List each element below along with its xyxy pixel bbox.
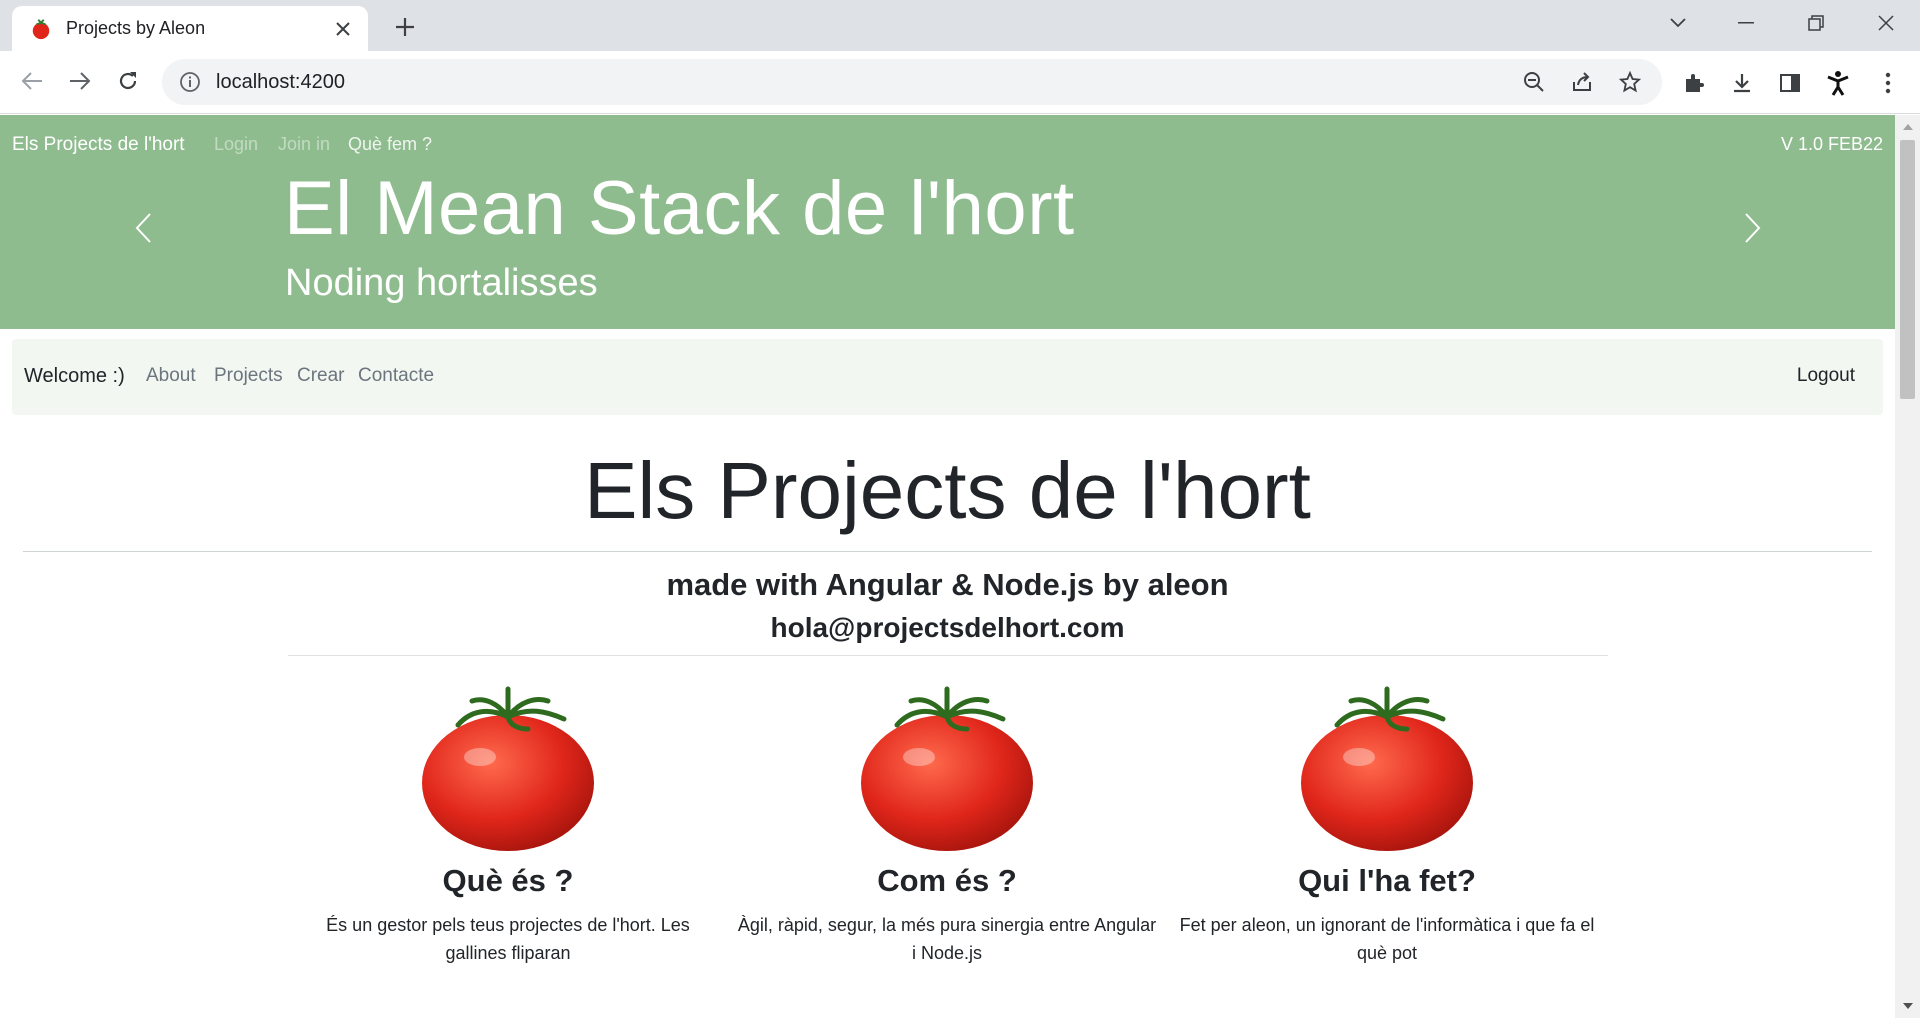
navbar-brand[interactable]: Welcome :): [24, 365, 125, 388]
divider: [23, 551, 1872, 552]
page-scrollbar[interactable]: [1895, 115, 1920, 1018]
browser-toolbar: localhost:4200: [0, 51, 1920, 114]
tab-close-icon[interactable]: [328, 14, 358, 44]
star-icon[interactable]: [1606, 59, 1654, 105]
hero-subtitle: Noding hortalisses: [285, 262, 598, 304]
tab-search-chevron-down-icon[interactable]: [1654, 4, 1702, 42]
feature-title: Què és ?: [442, 863, 574, 898]
made-with-heading: made with Angular & Node.js by aleon: [666, 567, 1229, 602]
feature-card-how: Com és ? Àgil, ràpid, segur, la més pura…: [727, 675, 1167, 967]
minimize-icon[interactable]: [1722, 4, 1770, 42]
feature-card-who: Qui l'ha fet? Fet per aleon, un ignorant…: [1167, 675, 1607, 967]
feature-card-what: Què és ? És un gestor pels teus projecte…: [288, 675, 728, 967]
feature-text: És un gestor pels teus projectes de l'ho…: [326, 915, 690, 963]
page-title: Els Projects de l'hort: [584, 446, 1311, 535]
logout-link[interactable]: Logout: [1797, 365, 1855, 387]
tomato-image: [861, 686, 1033, 851]
nav-link-about[interactable]: About: [146, 365, 196, 387]
reload-icon[interactable]: [108, 61, 148, 101]
hero-carousel: Els Projects de l'hort Login Join in Què…: [0, 115, 1895, 329]
join-link[interactable]: Join in: [278, 134, 330, 155]
version-label: V 1.0 FEB22: [1780, 134, 1883, 154]
nav-link-contacte[interactable]: Contacte: [358, 365, 434, 387]
close-window-icon[interactable]: [1862, 4, 1910, 42]
back-icon[interactable]: [12, 61, 52, 101]
restore-icon[interactable]: [1792, 4, 1840, 42]
main-navbar: Welcome :) About Projects Crear Contacte…: [12, 339, 1883, 415]
feature-text: Fet per aleon, un ignorant de l'informàt…: [1179, 915, 1595, 963]
browser-tab[interactable]: Projects by Aleon: [12, 6, 368, 51]
feature-title: Qui l'ha fet?: [1298, 863, 1476, 898]
download-icon[interactable]: [1720, 61, 1764, 105]
scroll-up-arrow-icon[interactable]: [1895, 117, 1920, 137]
tomato-favicon-icon: [32, 18, 50, 39]
info-icon[interactable]: [178, 70, 202, 94]
carousel-next-chevron-icon[interactable]: [1738, 203, 1768, 253]
feature-title: Com és ?: [877, 863, 1017, 898]
contact-email: hola@projectsdelhort.com: [770, 612, 1125, 643]
nav-link-crear[interactable]: Crear: [297, 365, 345, 387]
login-link[interactable]: Login: [214, 134, 258, 155]
forward-icon[interactable]: [60, 61, 100, 101]
profile-icon[interactable]: [1816, 61, 1860, 105]
tab-title: Projects by Aleon: [66, 18, 206, 38]
carousel-prev-chevron-icon[interactable]: [128, 203, 158, 253]
scroll-down-arrow-icon[interactable]: [1895, 996, 1920, 1016]
about-us-link[interactable]: Què fem ?: [348, 134, 432, 155]
hero-title: El Mean Stack de l'hort: [284, 166, 1075, 251]
tomato-image: [1301, 686, 1473, 851]
zoom-out-icon[interactable]: [1510, 59, 1558, 105]
url-text[interactable]: localhost:4200: [216, 71, 345, 94]
puzzle-icon[interactable]: [1672, 61, 1716, 105]
tomato-image: [422, 686, 594, 851]
page-viewport: Els Projects de l'hort Login Join in Què…: [0, 115, 1895, 1018]
divider: [288, 655, 1608, 656]
share-icon[interactable]: [1558, 59, 1606, 105]
hero-brand[interactable]: Els Projects de l'hort: [12, 134, 185, 156]
sidepanel-icon[interactable]: [1768, 61, 1812, 105]
tab-strip: Projects by Aleon: [0, 0, 1920, 51]
address-bar[interactable]: localhost:4200: [162, 59, 1662, 105]
menu-dots-icon[interactable]: [1866, 61, 1910, 105]
feature-text: Àgil, ràpid, segur, la més pura sinergia…: [737, 915, 1157, 963]
new-tab-plus-icon[interactable]: [388, 10, 422, 44]
scroll-thumb[interactable]: [1900, 140, 1915, 399]
nav-link-projects[interactable]: Projects: [214, 365, 283, 387]
